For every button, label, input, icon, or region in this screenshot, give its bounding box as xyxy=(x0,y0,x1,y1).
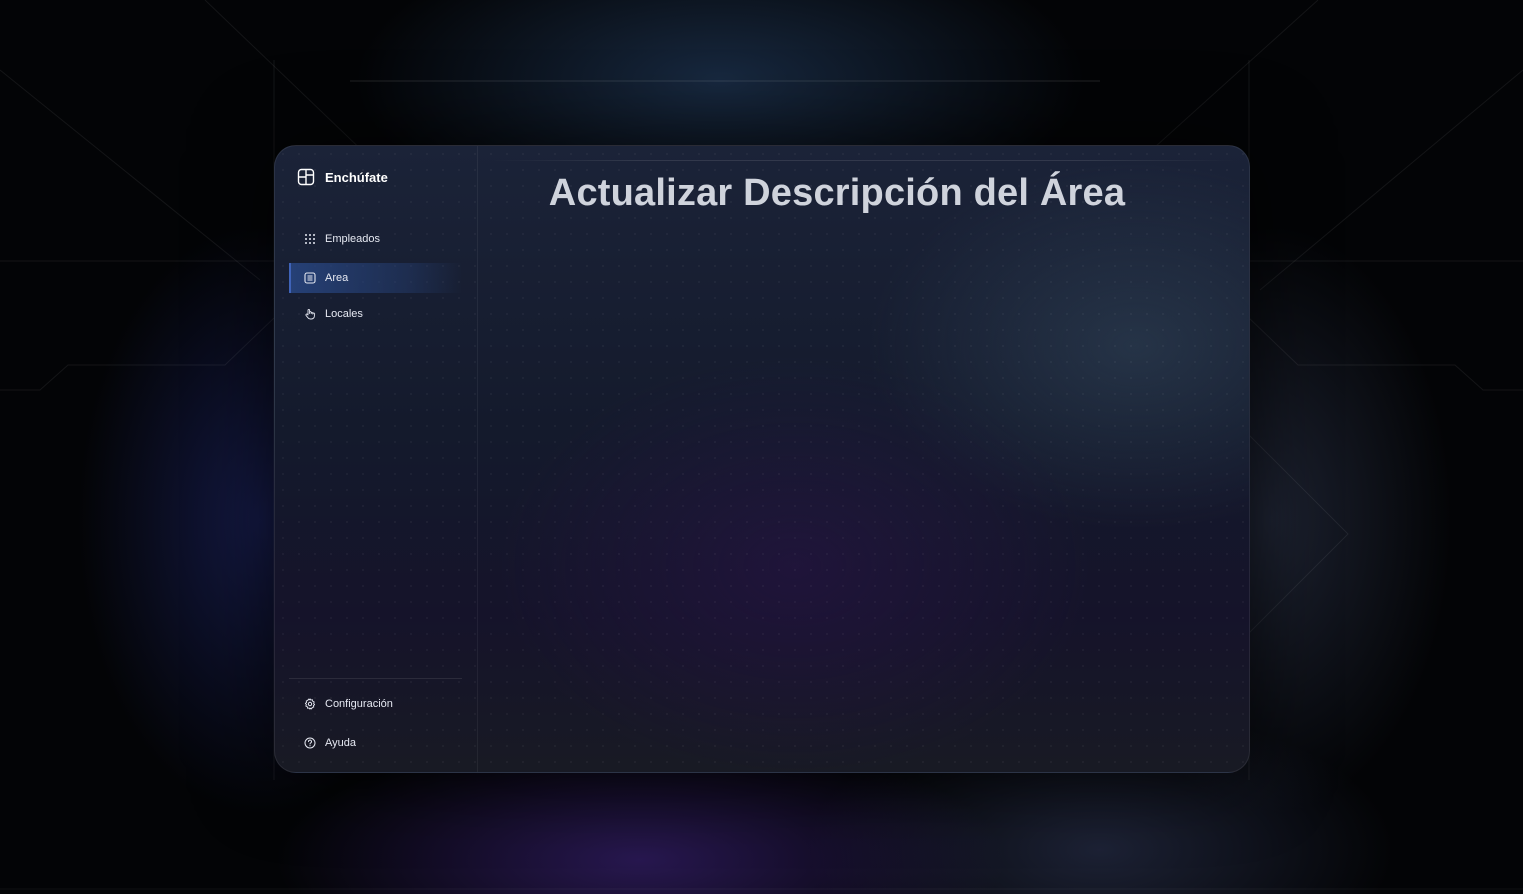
sidebar-item-label: Locales xyxy=(325,308,363,320)
sidebar-item-label: Empleados xyxy=(325,233,381,245)
sidebar-item-locales[interactable]: Locales xyxy=(289,299,462,329)
sidebar-item-label: Configuración xyxy=(325,698,393,710)
dots-grid-icon xyxy=(305,234,315,244)
layout-grid-icon xyxy=(297,168,315,186)
page-title: Actualizar Descripción del Área xyxy=(548,172,1126,214)
list-icon xyxy=(304,272,316,284)
main-content: Actualizar Descripción del Área xyxy=(477,146,1249,772)
app-window: Enchúfate Empleados Area Locales Configu… xyxy=(274,145,1250,773)
sidebar-item-ayuda[interactable]: Ayuda xyxy=(289,728,462,758)
sidebar-item-configuracion[interactable]: Configuración xyxy=(289,689,462,719)
app-background: Enchúfate Empleados Area Locales Configu… xyxy=(0,0,1523,894)
help-circle-icon xyxy=(304,737,316,749)
brand-name: Enchúfate xyxy=(325,169,388,185)
sidebar-item-label: Area xyxy=(325,272,349,284)
gear-icon xyxy=(304,698,316,710)
sidebar-divider xyxy=(289,678,462,679)
sidebar-item-area[interactable]: Area xyxy=(289,263,462,293)
sidebar-item-empleados[interactable]: Empleados xyxy=(289,224,462,254)
header-rule xyxy=(491,160,1235,161)
sidebar-item-label: Ayuda xyxy=(325,737,356,749)
sidebar: Enchúfate Empleados Area Locales Configu… xyxy=(275,146,478,772)
hand-pointer-icon xyxy=(305,308,315,320)
brand[interactable]: Enchúfate xyxy=(297,168,388,186)
